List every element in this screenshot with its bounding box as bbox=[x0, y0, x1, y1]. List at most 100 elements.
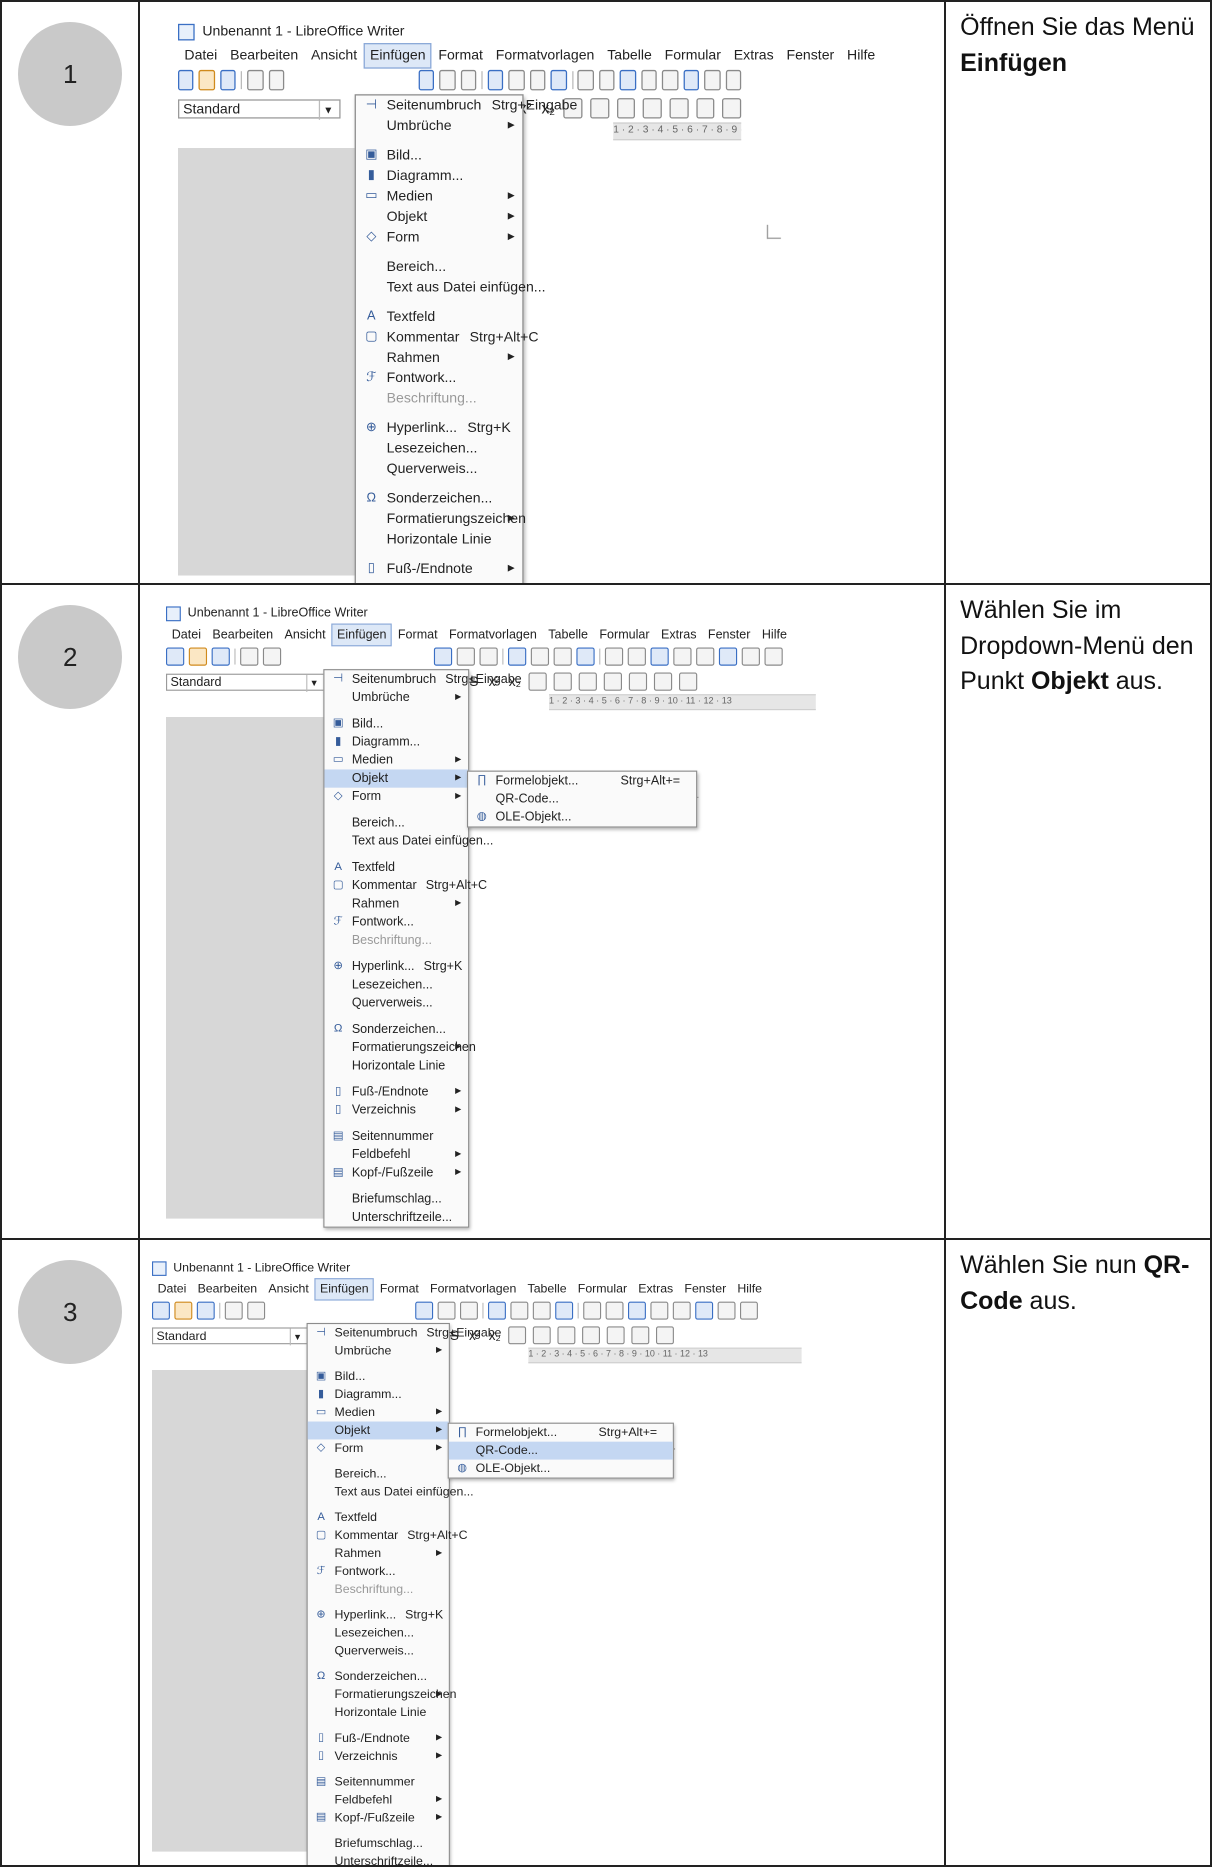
menu-formatvorlagen[interactable]: Formatvorlagen bbox=[490, 44, 601, 67]
justify-icon[interactable] bbox=[722, 98, 742, 119]
menu-item-bild[interactable]: ▣ Bild... bbox=[356, 145, 522, 165]
open-folder-icon[interactable] bbox=[174, 1301, 193, 1320]
page-break-icon[interactable] bbox=[605, 647, 624, 666]
menu-item-bereich[interactable]: Bereich... bbox=[325, 814, 469, 832]
formatting-marks-icon[interactable] bbox=[460, 1301, 479, 1320]
align-center-icon[interactable] bbox=[629, 672, 648, 691]
menu-format[interactable]: Format bbox=[432, 44, 489, 67]
font-color-icon[interactable] bbox=[554, 672, 573, 691]
menu-item-querverweis[interactable]: Querverweis... bbox=[325, 994, 469, 1012]
menu-item-lesezeichen[interactable]: Lesezeichen... bbox=[325, 976, 469, 994]
print-icon[interactable] bbox=[247, 1301, 266, 1320]
menu-item-hyperlink[interactable]: ⊕ Hyperlink... Strg+K bbox=[308, 1606, 449, 1624]
print-icon[interactable] bbox=[263, 647, 282, 666]
submenu-item-ole-objekt[interactable]: ◍ OLE-Objekt... bbox=[469, 808, 697, 826]
special-char-icon[interactable] bbox=[620, 69, 637, 91]
menu-ansicht[interactable]: Ansicht bbox=[305, 44, 364, 67]
textbox-icon[interactable] bbox=[576, 647, 596, 666]
new-document-icon[interactable] bbox=[152, 1301, 171, 1320]
bookmark-icon[interactable] bbox=[704, 69, 721, 91]
menu-item-bild[interactable]: ▣ Bild... bbox=[308, 1368, 449, 1386]
endnote-icon[interactable] bbox=[683, 69, 700, 91]
print-icon[interactable] bbox=[268, 69, 285, 91]
menu-item-verzeichnis[interactable]: ▯Verzeichnis▶ bbox=[308, 1747, 449, 1765]
menu-extras[interactable]: Extras bbox=[633, 1279, 679, 1299]
chevron-down-icon[interactable]: ▼ bbox=[306, 674, 322, 692]
open-folder-icon[interactable] bbox=[199, 69, 216, 91]
menu-formular[interactable]: Formular bbox=[659, 44, 728, 67]
menu-item-unterschriftzeile[interactable]: Unterschriftzeile... bbox=[325, 1208, 469, 1226]
menu-datei[interactable]: Datei bbox=[178, 44, 224, 67]
align-left-icon[interactable] bbox=[582, 1326, 601, 1345]
menu-item-sonderzeichen[interactable]: Ω Sonderzeichen... bbox=[308, 1668, 449, 1686]
open-folder-icon[interactable] bbox=[189, 647, 208, 666]
submenu-item-ole-objekt[interactable]: ◍ OLE-Objekt... bbox=[449, 1460, 673, 1478]
menu-item-briefumschlag[interactable]: Briefumschlag... bbox=[308, 1835, 449, 1853]
font-color-icon[interactable] bbox=[533, 1326, 552, 1345]
menu-einfügen[interactable]: Einfügen bbox=[331, 623, 393, 647]
hyperlink-icon[interactable] bbox=[650, 1301, 669, 1320]
insert-image-icon[interactable] bbox=[510, 1301, 529, 1320]
menu-item-kommentar[interactable]: ▢ Kommentar Strg+Alt+C bbox=[356, 327, 539, 347]
menu-tabelle[interactable]: Tabelle bbox=[522, 1279, 572, 1299]
paragraph-style-combo[interactable]: Standard ▼ bbox=[152, 1326, 310, 1345]
menu-item-hyperlink[interactable]: ⊕ Hyperlink... Strg+K bbox=[325, 958, 469, 976]
menu-item-form[interactable]: ◇ Form ▶ bbox=[308, 1439, 449, 1457]
submenu-item-qr-code[interactable]: QR-Code... bbox=[449, 1441, 674, 1460]
menu-item-objekt[interactable]: Objekt ▶ bbox=[356, 207, 522, 227]
menu-item-form[interactable]: ◇ Form ▶ bbox=[356, 227, 522, 247]
table-icon[interactable] bbox=[508, 647, 527, 666]
menu-item-diagramm[interactable]: ▮ Diagramm... bbox=[356, 166, 522, 186]
menu-extras[interactable]: Extras bbox=[656, 625, 703, 646]
menu-item-fontwork[interactable]: ℱ Fontwork... bbox=[308, 1563, 449, 1581]
menu-format[interactable]: Format bbox=[393, 625, 444, 646]
endnote-icon[interactable] bbox=[719, 647, 738, 666]
menu-item-objekt[interactable]: Objekt ▶ bbox=[324, 769, 469, 788]
menu-einfügen[interactable]: Einfügen bbox=[314, 1278, 375, 1301]
align-right-icon[interactable] bbox=[631, 1326, 650, 1345]
menu-item-medien[interactable]: ▭ Medien ▶ bbox=[308, 1404, 449, 1422]
hyperlink-icon[interactable] bbox=[641, 69, 658, 91]
field-icon[interactable] bbox=[599, 69, 616, 91]
menu-formular[interactable]: Formular bbox=[594, 625, 656, 646]
menu-item-rahmen[interactable]: Rahmen ▶ bbox=[325, 895, 469, 913]
align-right-icon[interactable] bbox=[696, 98, 716, 119]
menu-item-feldbefehl[interactable]: Feldbefehl ▶ bbox=[308, 1791, 449, 1809]
menu-item-seitennummer[interactable]: ▤ Seitennummer bbox=[325, 1127, 469, 1145]
page-break-icon[interactable] bbox=[578, 69, 595, 91]
menu-item-horizontale-linie[interactable]: Horizontale Linie bbox=[325, 1057, 469, 1075]
menu-item-diagramm[interactable]: ▮ Diagramm... bbox=[325, 733, 469, 751]
menu-bearbeiten[interactable]: Bearbeiten bbox=[192, 1279, 263, 1299]
menu-datei[interactable]: Datei bbox=[166, 625, 207, 646]
menu-item-textfeld[interactable]: A Textfeld bbox=[325, 858, 469, 876]
special-char-icon[interactable] bbox=[650, 647, 670, 666]
hyperlink-icon[interactable] bbox=[673, 647, 692, 666]
menu-hilfe[interactable]: Hilfe bbox=[841, 44, 882, 67]
endnote-icon[interactable] bbox=[695, 1301, 714, 1320]
submenu-item-formelobjekt[interactable]: ∏ Formelobjekt... Strg+Alt+= bbox=[469, 772, 697, 790]
new-document-icon[interactable] bbox=[178, 69, 195, 91]
menu-item-verzeichnis[interactable]: ▯Verzeichnis▶ bbox=[356, 579, 522, 583]
align-left-icon[interactable] bbox=[643, 98, 663, 119]
menu-bearbeiten[interactable]: Bearbeiten bbox=[207, 625, 279, 646]
comment-icon[interactable] bbox=[740, 1301, 759, 1320]
highlight-icon[interactable] bbox=[617, 98, 636, 119]
new-document-icon[interactable] bbox=[166, 647, 185, 666]
export-pdf-icon[interactable] bbox=[225, 1301, 244, 1320]
page-break-icon[interactable] bbox=[583, 1301, 602, 1320]
menu-item-lesezeichen[interactable]: Lesezeichen... bbox=[356, 439, 522, 459]
menu-datei[interactable]: Datei bbox=[152, 1279, 192, 1299]
submenu-item-qr-code[interactable]: QR-Code... bbox=[469, 790, 697, 808]
menu-item-rahmen[interactable]: Rahmen ▶ bbox=[308, 1545, 449, 1563]
field-icon[interactable] bbox=[606, 1301, 624, 1320]
menu-item-bereich[interactable]: Bereich... bbox=[308, 1465, 449, 1483]
menu-tabelle[interactable]: Tabelle bbox=[601, 44, 658, 67]
menu-item-medien[interactable]: ▭ Medien ▶ bbox=[356, 186, 522, 206]
menu-item-sonderzeichen[interactable]: Ω Sonderzeichen... bbox=[325, 1020, 469, 1038]
submenu-item-formelobjekt[interactable]: ∏ Formelobjekt... Strg+Alt+= bbox=[449, 1424, 673, 1442]
menu-item-querverweis[interactable]: Querverweis... bbox=[308, 1642, 449, 1660]
paragraph-style-combo[interactable]: Standard ▼ bbox=[178, 98, 342, 120]
menu-item-textfeld[interactable]: A Textfeld bbox=[308, 1509, 449, 1527]
comment-icon[interactable] bbox=[764, 647, 784, 666]
table-icon[interactable] bbox=[488, 1301, 507, 1320]
